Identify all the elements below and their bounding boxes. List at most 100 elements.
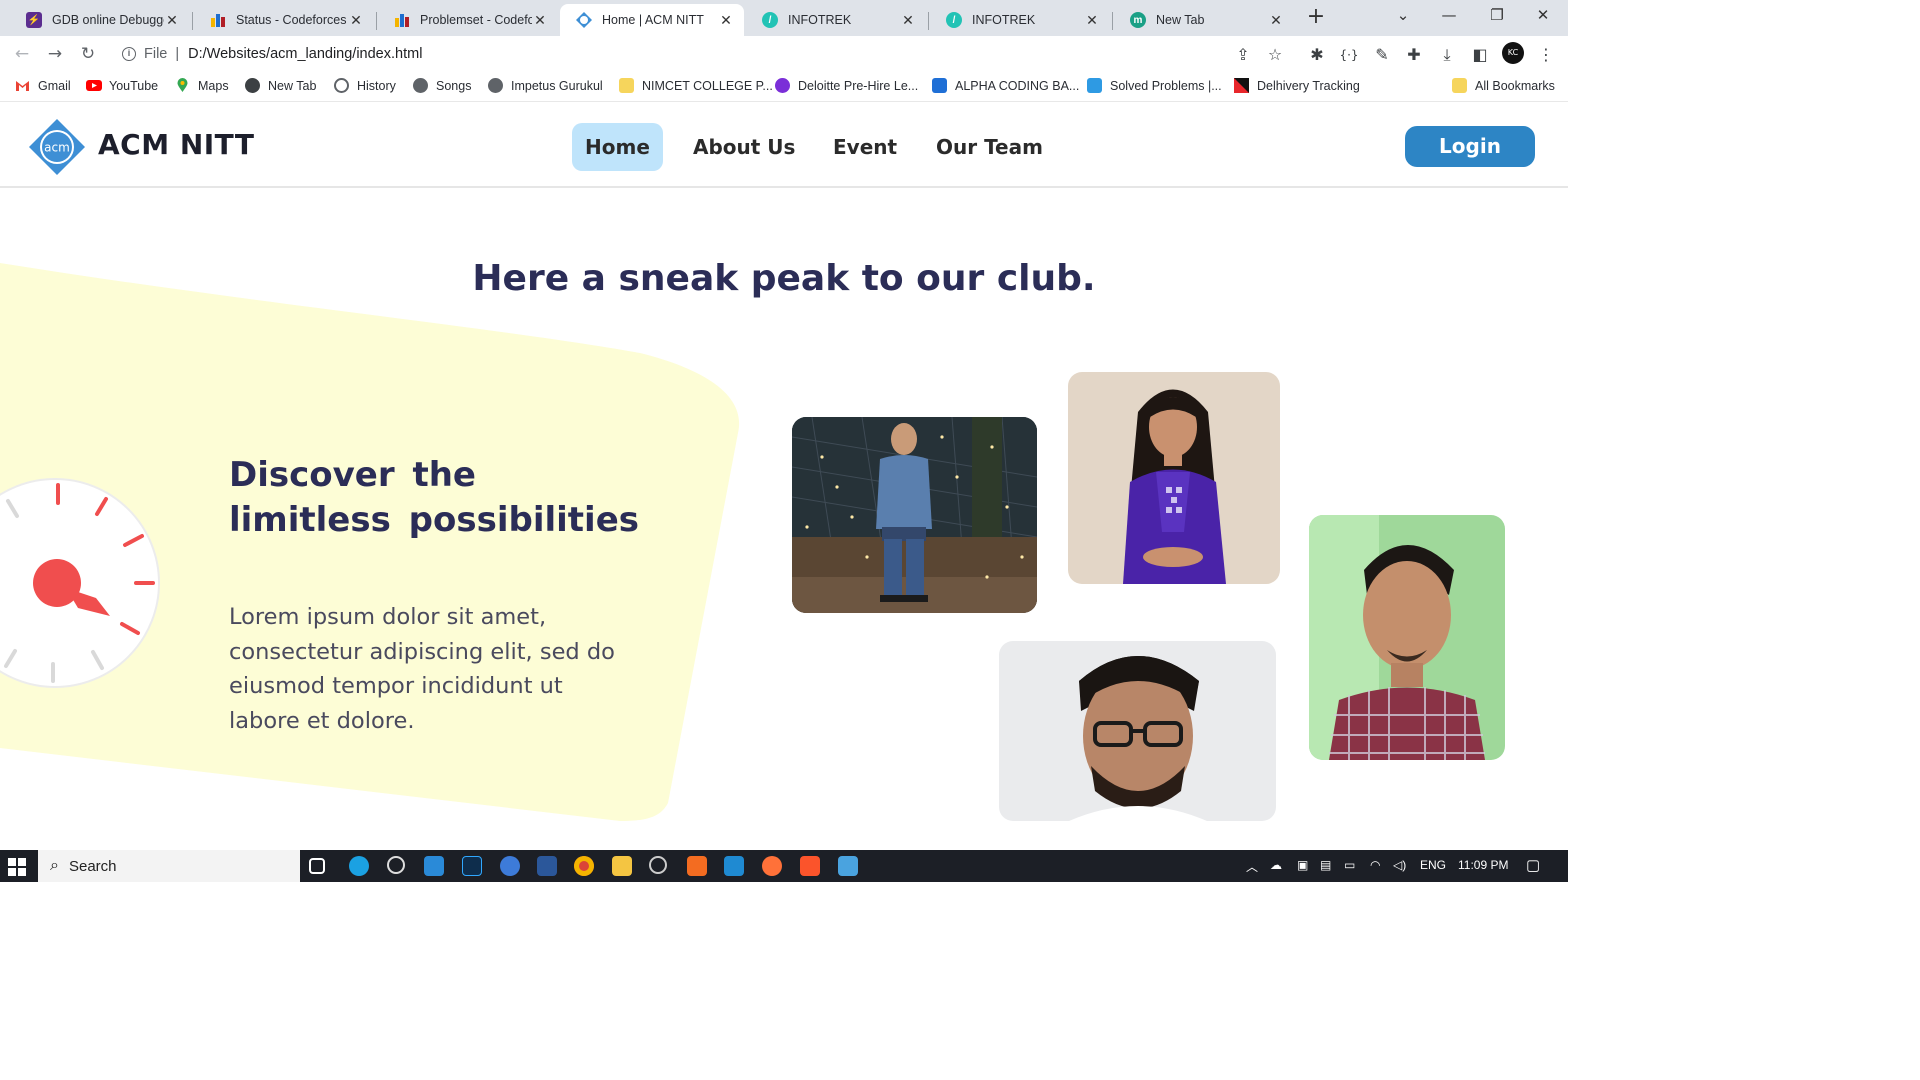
browser-tab[interactable]: / INFOTREK ✕ [930, 4, 1110, 36]
tray-app-icon[interactable]: ▤ [1320, 858, 1331, 872]
info-icon[interactable]: i [122, 47, 136, 61]
menu-kebab-icon[interactable]: ⋮ [1535, 44, 1557, 66]
volume-icon[interactable]: ◁) [1393, 858, 1406, 872]
browser-tab[interactable]: Status - Codeforces ✕ [194, 4, 374, 36]
language-indicator[interactable]: ENG [1420, 858, 1446, 872]
forward-button[interactable]: → [42, 42, 68, 66]
deloitte-icon [775, 78, 790, 93]
word-icon[interactable] [537, 856, 557, 876]
windows-taskbar: ⌕ Search ︿ ☁ ▣ ▤ ▭ ◠ ◁) ENG 11:09 PM ▢ [0, 850, 1568, 882]
bookmark-gmail[interactable]: Gmail [15, 78, 71, 93]
tab-separator [376, 12, 377, 30]
edge-icon[interactable] [349, 856, 369, 876]
mail-icon[interactable] [424, 856, 444, 876]
battery-icon[interactable]: ▭ [1344, 858, 1355, 872]
windows-start-icon[interactable] [8, 858, 26, 876]
delhivery-icon [1234, 78, 1249, 93]
login-button[interactable]: Login [1405, 126, 1535, 167]
browser-tab-active[interactable]: Home | ACM NITT ✕ [560, 4, 744, 36]
side-panel-icon[interactable]: ◧ [1469, 44, 1491, 66]
bookmark-new-tab[interactable]: New Tab [245, 78, 316, 93]
bookmark-impetus[interactable]: Impetus Gurukul [488, 78, 603, 93]
notifications-icon[interactable]: ▢ [1526, 856, 1540, 874]
taskbar-search[interactable]: ⌕ Search [38, 850, 300, 882]
close-tab-icon[interactable]: ✕ [1268, 12, 1284, 29]
tray-app-icon[interactable]: ▣ [1297, 858, 1308, 872]
firefox-icon[interactable] [762, 856, 782, 876]
extensions-puzzle-icon[interactable]: ✚ [1403, 44, 1425, 66]
infotrek-icon: / [946, 12, 962, 28]
gmail-icon [15, 78, 30, 93]
app-icon[interactable] [500, 856, 520, 876]
browser-tab[interactable]: Problemset - Codeforces ✕ [378, 4, 558, 36]
bookmark-songs[interactable]: Songs [413, 78, 471, 93]
photoshop-icon[interactable] [462, 856, 482, 876]
profile-avatar[interactable]: KC [1502, 42, 1524, 64]
nav-our-team[interactable]: Our Team [923, 123, 1056, 171]
vscode-icon[interactable] [724, 856, 744, 876]
close-tab-icon[interactable]: ✕ [1084, 12, 1100, 29]
share-icon[interactable]: ⇪ [1232, 44, 1254, 66]
app-icon[interactable] [838, 856, 858, 876]
close-tab-icon[interactable]: ✕ [900, 12, 916, 29]
nav-about-us[interactable]: About Us [680, 123, 808, 171]
brave-icon[interactable] [800, 856, 820, 876]
bookmark-deloitte[interactable]: Deloitte Pre-Hire Le... [775, 78, 918, 93]
minimize-button[interactable]: — [1426, 0, 1472, 32]
bookmark-history[interactable]: History [334, 78, 396, 93]
json-extension-icon[interactable]: {·} [1338, 44, 1360, 66]
bookmark-nimcet[interactable]: NIMCET COLLEGE P... [619, 78, 773, 93]
brand-name[interactable]: ACM NITT [98, 128, 255, 161]
browser-tab[interactable]: / INFOTREK ✕ [746, 4, 926, 36]
back-button[interactable]: ← [9, 42, 35, 66]
tab-separator [192, 12, 193, 30]
nav-home[interactable]: Home [572, 123, 663, 171]
task-view-icon[interactable] [309, 858, 325, 874]
restore-button[interactable]: ❐ [1474, 0, 1520, 32]
browser-tab[interactable]: ⚡ GDB online Debugger ✕ [10, 4, 190, 36]
new-tab-icon: m [1130, 12, 1146, 28]
bookmarks-bar: Gmail YouTube Maps New Tab History Songs… [0, 72, 1568, 102]
eyedropper-extension-icon[interactable]: ✎ [1371, 44, 1393, 66]
tab-search-chevron-icon[interactable]: ⌄ [1380, 0, 1426, 32]
alpha-icon [932, 78, 947, 93]
bookmark-all-bookmarks[interactable]: All Bookmarks [1452, 78, 1555, 93]
wifi-icon[interactable]: ◠ [1370, 858, 1380, 872]
close-tab-icon[interactable]: ✕ [718, 12, 734, 29]
nav-event[interactable]: Event [820, 123, 910, 171]
download-icon[interactable]: ⤓ [1436, 44, 1458, 66]
acm-logo-icon[interactable]: acm [28, 118, 86, 176]
sublime-icon[interactable] [687, 856, 707, 876]
bookmark-star-icon[interactable]: ☆ [1264, 44, 1286, 66]
browser-tab-strip: ⚡ GDB online Debugger ✕ Status - Codefor… [0, 0, 1568, 36]
url-text[interactable]: D:/Websites/acm_landing/index.html [188, 46, 422, 62]
onedrive-icon[interactable]: ☁ [1270, 858, 1282, 872]
globe-icon [488, 78, 503, 93]
media-player-icon[interactable] [649, 856, 667, 874]
browser-tab[interactable]: m New Tab ✕ [1114, 4, 1294, 36]
team-photo [1309, 515, 1505, 760]
reload-button[interactable]: ↻ [75, 42, 101, 66]
file-explorer-icon[interactable] [612, 856, 632, 876]
bookmark-alpha[interactable]: ALPHA CODING BA... [932, 78, 1079, 93]
close-tab-icon[interactable]: ✕ [532, 12, 548, 29]
clock-time[interactable]: 11:09 PM [1458, 858, 1508, 872]
bookmark-delhivery[interactable]: Delhivery Tracking [1234, 78, 1360, 93]
chrome-icon[interactable] [574, 856, 594, 876]
close-tab-icon[interactable]: ✕ [164, 12, 180, 29]
team-photo [792, 417, 1037, 613]
bookmark-solved-problems[interactable]: Solved Problems |... [1087, 78, 1222, 93]
tray-chevron-icon[interactable]: ︿ [1246, 858, 1258, 875]
dell-icon[interactable] [387, 856, 405, 874]
close-window-button[interactable]: ✕ [1520, 0, 1566, 32]
bookmark-maps[interactable]: Maps [175, 78, 229, 93]
new-tab-button[interactable]: + [1303, 5, 1329, 31]
bug-extension-icon[interactable]: ✱ [1306, 44, 1328, 66]
close-tab-icon[interactable]: ✕ [348, 12, 364, 29]
address-bar[interactable]: i File | D:/Websites/acm_landing/index.h… [112, 40, 1292, 68]
bookmark-youtube[interactable]: YouTube [86, 78, 158, 93]
maps-icon [175, 78, 190, 93]
discover-title: Discover the limitless possibilities [229, 455, 639, 540]
browser-toolbar: ← → ↻ i File | D:/Websites/acm_landing/i… [0, 36, 1568, 72]
section-heading: Here a sneak peak to our club. [472, 258, 1096, 299]
